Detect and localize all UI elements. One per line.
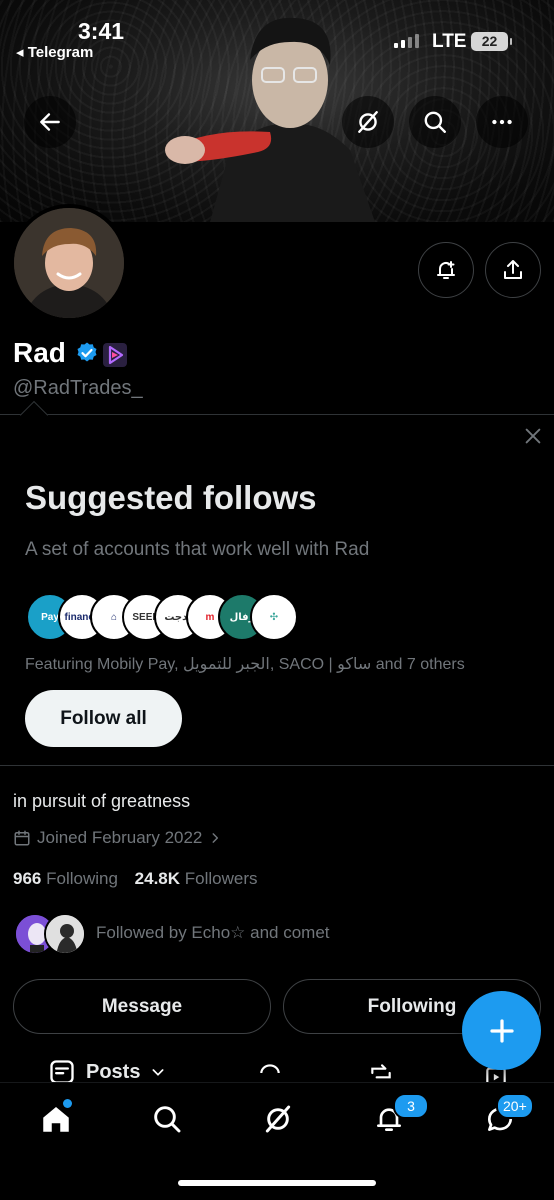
home-unread-dot bbox=[63, 1099, 72, 1108]
divider bbox=[0, 414, 554, 415]
bell-plus-icon bbox=[437, 261, 455, 279]
close-icon[interactable] bbox=[522, 425, 544, 447]
home-indicator[interactable] bbox=[178, 1180, 376, 1186]
nav-home[interactable] bbox=[36, 1099, 76, 1139]
followed-by-text[interactable]: Followed by Echo☆ and comet bbox=[96, 923, 330, 943]
follow-all-button[interactable]: Follow all bbox=[25, 690, 182, 747]
search-button[interactable] bbox=[409, 96, 461, 148]
chevron-right-icon bbox=[212, 833, 219, 843]
arrow-left-icon bbox=[40, 113, 60, 131]
account-logo: ✣ bbox=[250, 593, 298, 641]
nav-notifications[interactable]: 3 bbox=[369, 1093, 429, 1139]
tab-posts-label: Posts bbox=[86, 1060, 141, 1083]
grok-icon bbox=[358, 111, 378, 133]
profile-bio: in pursuit of greatness bbox=[13, 791, 191, 811]
back-button[interactable] bbox=[24, 96, 76, 148]
profile-handle: @RadTrades_ bbox=[13, 377, 143, 399]
followers-label: Followers bbox=[184, 869, 258, 888]
divider bbox=[0, 765, 554, 766]
notify-button[interactable] bbox=[418, 242, 474, 298]
followers-link[interactable]: 24.8K Followers bbox=[135, 869, 258, 888]
plus-icon bbox=[489, 1018, 514, 1043]
following-count: 966 bbox=[13, 869, 42, 888]
avatar-photo bbox=[14, 208, 124, 318]
following-label: Following bbox=[46, 869, 118, 888]
follower-avatar bbox=[44, 913, 86, 955]
verified-badge-icon[interactable] bbox=[75, 341, 99, 365]
grok-button[interactable] bbox=[342, 96, 394, 148]
avatar[interactable] bbox=[10, 204, 128, 322]
search-icon bbox=[154, 1106, 181, 1133]
calendar-icon bbox=[14, 830, 30, 846]
battery-icon: 22 bbox=[471, 32, 512, 51]
follow-stats: 966 Following 24.8K Followers bbox=[13, 869, 258, 889]
joined-date[interactable]: Joined February 2022 bbox=[13, 828, 222, 848]
joined-date-label: Joined February 2022 bbox=[37, 828, 203, 847]
compose-button[interactable] bbox=[462, 991, 541, 1070]
network-type: LTE bbox=[432, 31, 467, 52]
affiliate-badge-icon[interactable] bbox=[103, 343, 127, 367]
featuring-text: Featuring Mobily Pay, الجبر للتمويل, SAC… bbox=[25, 656, 465, 673]
signal-icon bbox=[394, 34, 419, 48]
nav-messages[interactable]: 20+ bbox=[480, 1093, 534, 1139]
more-horizontal-icon bbox=[492, 119, 512, 125]
nav-grok[interactable] bbox=[258, 1099, 298, 1139]
grok-icon bbox=[265, 1105, 291, 1133]
nav-search[interactable] bbox=[147, 1099, 187, 1139]
suggested-follows-title: Suggested follows bbox=[25, 479, 317, 516]
notifications-badge: 3 bbox=[393, 1093, 429, 1119]
status-time: 3:41 bbox=[78, 18, 125, 44]
followers-count: 24.8K bbox=[134, 869, 181, 888]
chevron-down-icon bbox=[152, 1069, 164, 1076]
status-bar: 3:41 ◂ Telegram LTE 22 bbox=[0, 0, 554, 70]
messages-badge: 20+ bbox=[496, 1093, 534, 1119]
suggested-follows-subtitle: A set of accounts that work well with Ra… bbox=[25, 539, 370, 560]
profile-name: Rad bbox=[13, 337, 66, 368]
share-icon bbox=[504, 260, 522, 279]
following-link[interactable]: 966 Following bbox=[13, 869, 118, 888]
suggestion-caret bbox=[19, 400, 49, 430]
search-icon bbox=[424, 111, 446, 133]
more-button[interactable] bbox=[476, 96, 528, 148]
back-to-app-link[interactable]: ◂ Telegram bbox=[16, 43, 93, 61]
share-button[interactable] bbox=[485, 242, 541, 298]
message-button[interactable]: Message bbox=[13, 979, 271, 1034]
